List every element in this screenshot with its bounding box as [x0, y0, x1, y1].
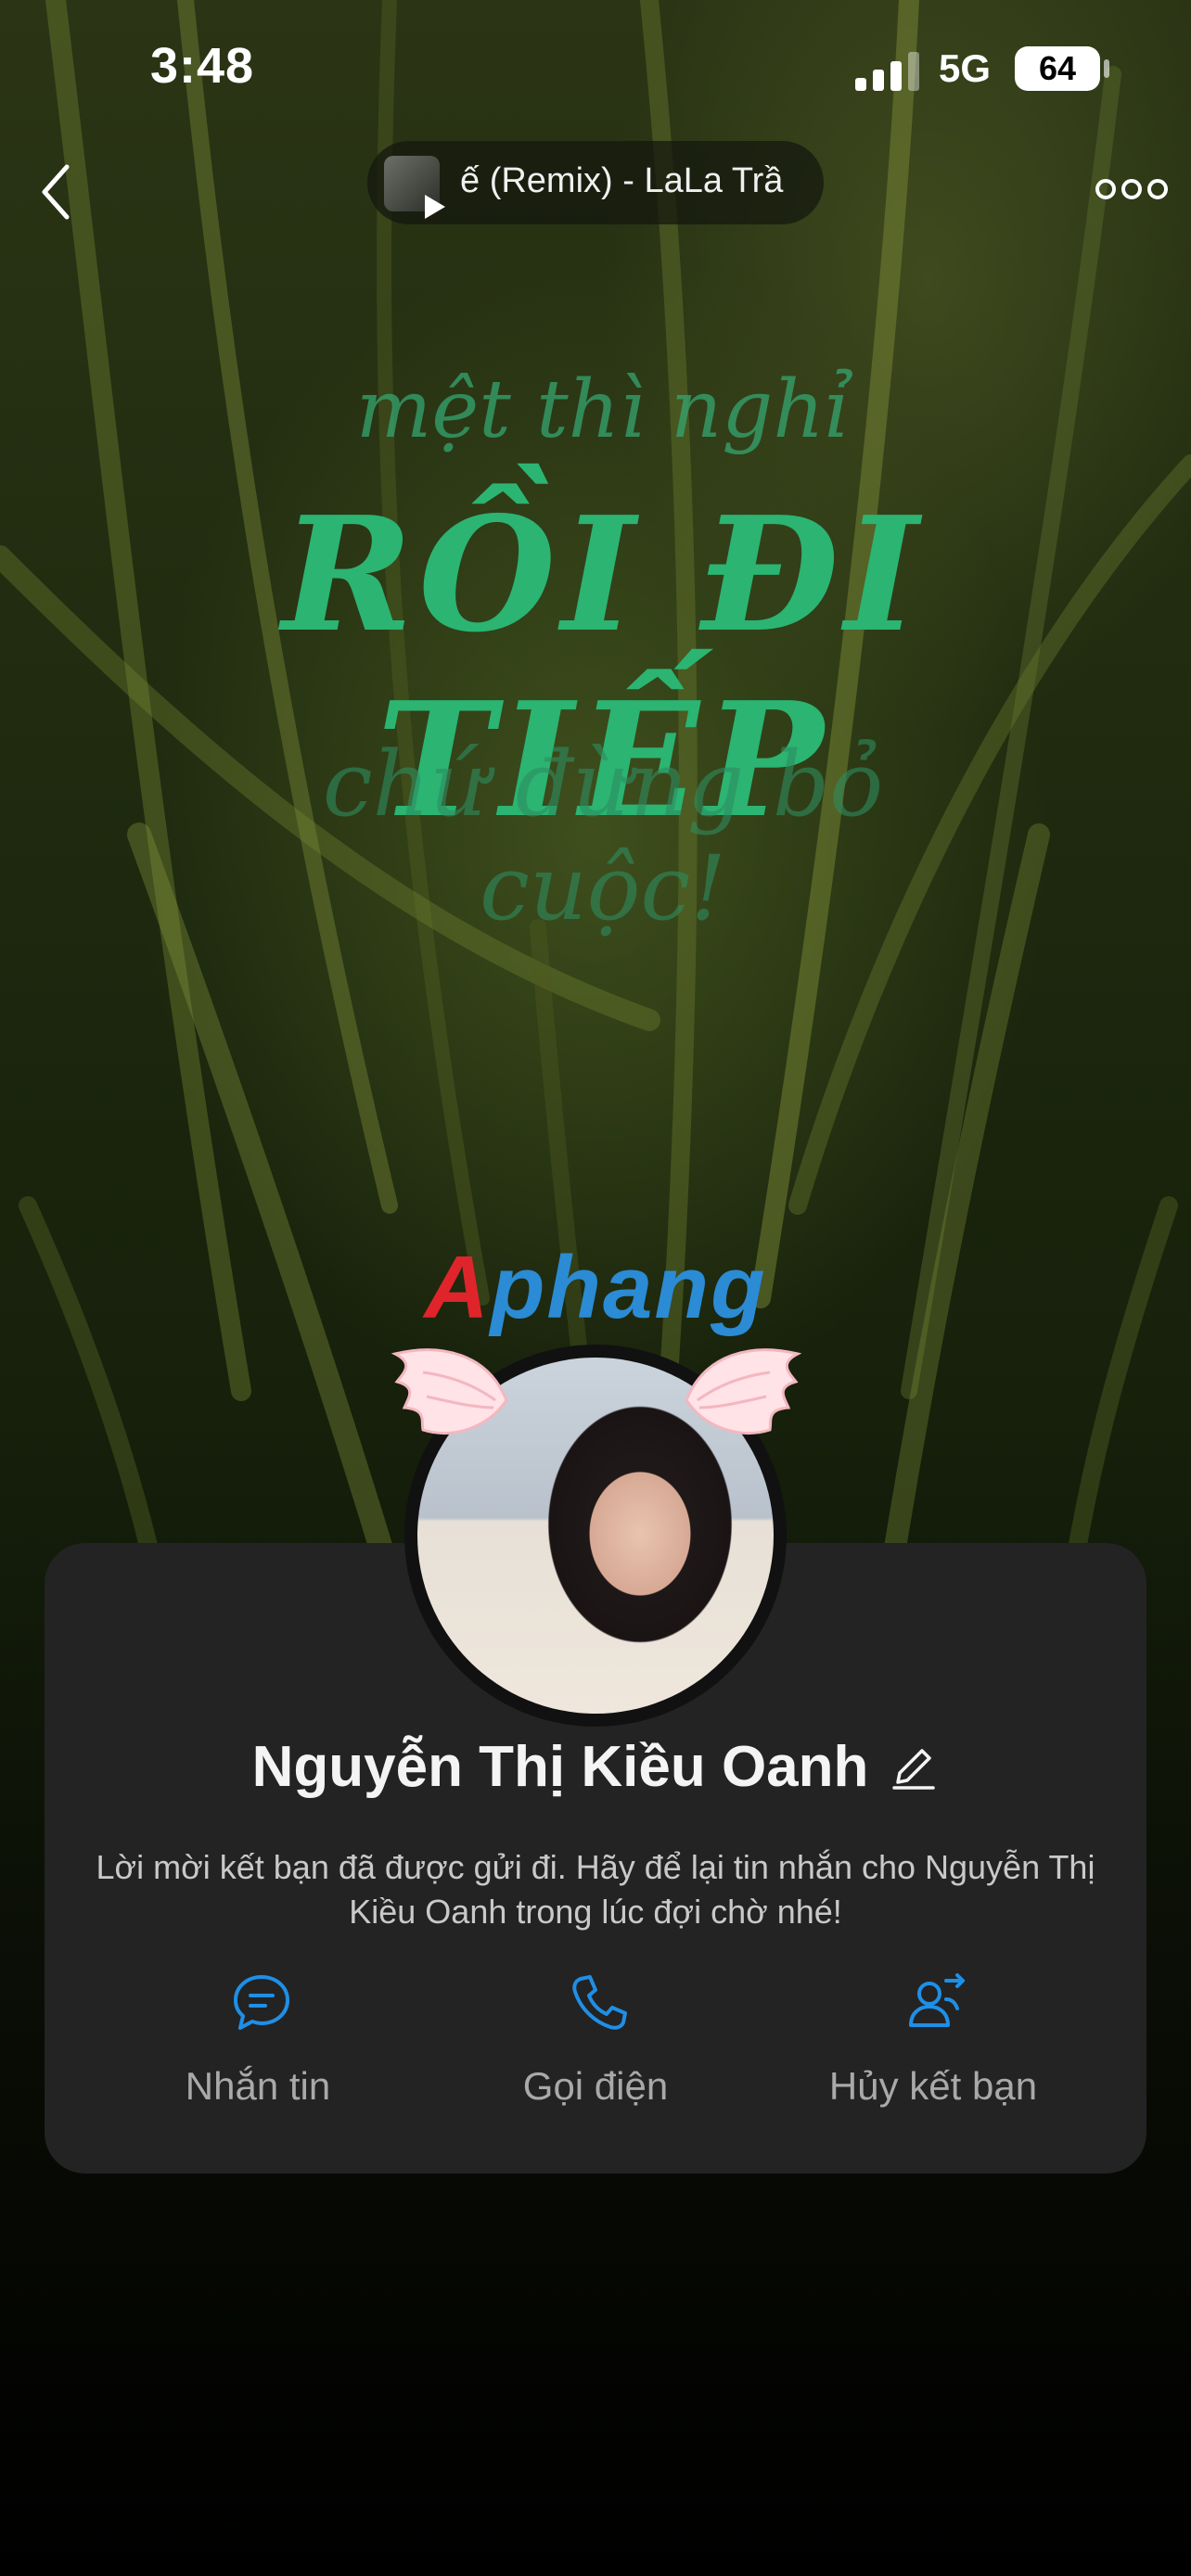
status-time: 3:48	[150, 38, 255, 94]
wing-decoration-left-icon	[391, 1348, 508, 1435]
message-button[interactable]: Nhắn tin	[91, 1957, 425, 2142]
chat-icon	[234, 1975, 289, 2030]
chevron-left-icon[interactable]	[32, 159, 87, 224]
more-horizontal-icon[interactable]	[1095, 176, 1169, 202]
message-button-label: Nhắn tin	[185, 2064, 331, 2108]
signal-icon	[855, 52, 919, 91]
unfriend-button-label: Hủy kết bạn	[828, 2064, 1038, 2108]
friend-request-message: Lời mời kết bạn đã được gửi đi. Hãy để l…	[96, 1848, 1095, 1931]
play-icon[interactable]	[423, 193, 447, 221]
watermark-text: phang	[490, 1238, 767, 1337]
unfriend-button[interactable]: Hủy kết bạn	[766, 1957, 1100, 2142]
profile-name-row: Nguyễn Thị Kiều Oanh	[45, 1734, 1146, 1800]
unfriend-icon	[909, 1973, 965, 2027]
phone-icon	[572, 1975, 627, 2030]
status-bar: 3:48 5G 64	[0, 0, 1191, 139]
battery-indicator: 64	[1015, 46, 1100, 91]
network-type: 5G	[939, 46, 992, 90]
wing-decoration-right-icon	[685, 1348, 802, 1435]
watermark-initial: A	[424, 1238, 491, 1337]
watermark-logo: Aphang	[419, 1237, 772, 1339]
pencil-icon[interactable]	[887, 1741, 939, 1793]
call-button[interactable]: Gọi điện	[429, 1957, 762, 2142]
profile-name: Nguyễn Thị Kiều Oanh	[251, 1735, 869, 1799]
song-title: ế (Remix) - LaLa Trầ	[460, 161, 784, 200]
battery-tip	[1104, 59, 1109, 78]
cover-quote-line-3: chứ đừng bỏ cuộc!	[322, 733, 884, 940]
cover-quote-line-1: mệt thì nghỉ	[355, 363, 851, 456]
call-button-label: Gọi điện	[522, 2064, 669, 2108]
